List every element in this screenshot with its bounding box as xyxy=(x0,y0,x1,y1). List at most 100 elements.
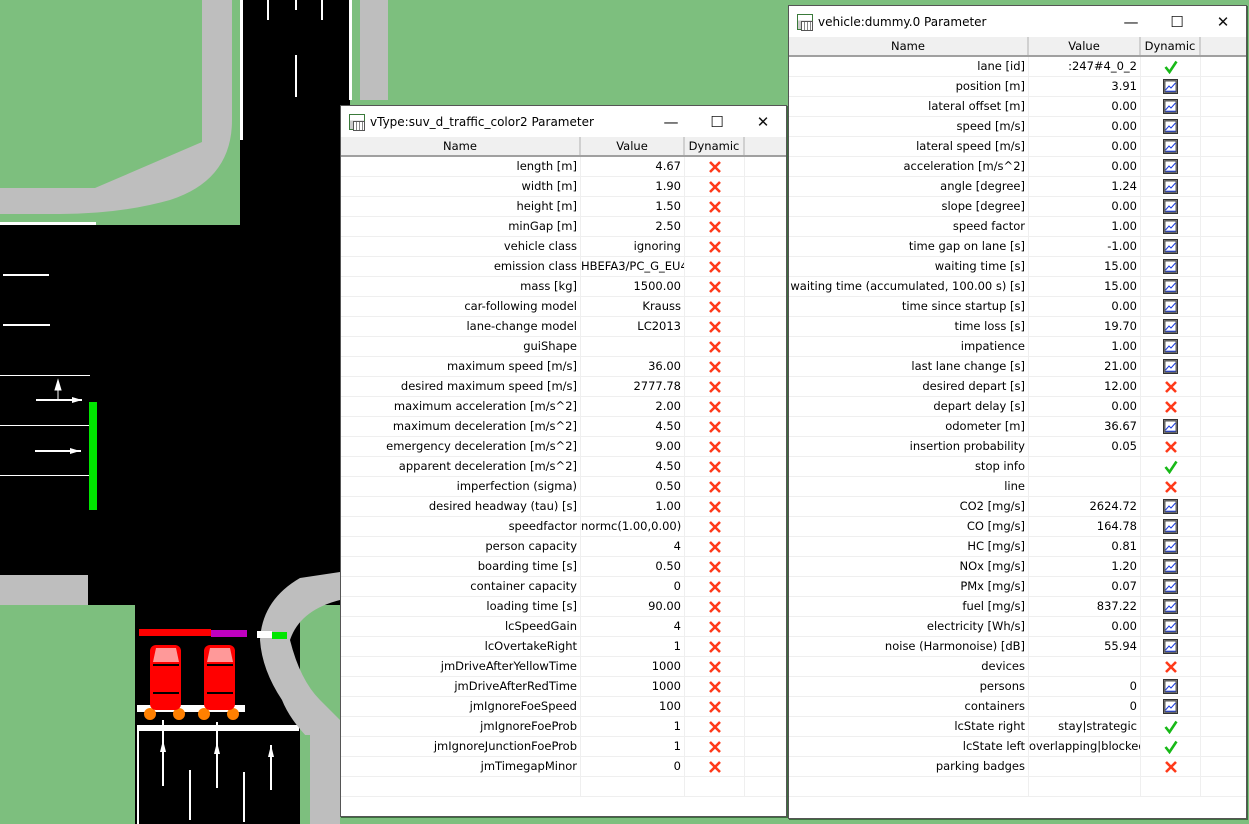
table-row[interactable]: time gap on lane [s] -1.00 xyxy=(789,237,1246,257)
table-row[interactable]: CO2 [mg/s] 2624.72 xyxy=(789,497,1246,517)
table-row[interactable]: minGap [m] 2.50 xyxy=(341,217,786,237)
table-row[interactable]: maximum speed [m/s] 36.00 xyxy=(341,357,786,377)
table-row[interactable]: devices xyxy=(789,657,1246,677)
table-row[interactable]: lane [id]:247#4_0_2 xyxy=(789,57,1246,77)
table-row[interactable]: jmDriveAfterYellowTime 1000 xyxy=(341,657,786,677)
table-row[interactable]: boarding time [s] 0.50 xyxy=(341,557,786,577)
table-row[interactable]: emergency deceleration [m/s^2] 9.00 xyxy=(341,437,786,457)
table-row[interactable] xyxy=(789,777,1246,797)
chart-icon[interactable] xyxy=(1141,497,1201,516)
table-row[interactable]: PMx [mg/s] 0.07 xyxy=(789,577,1246,597)
table-row[interactable]: lane-change model LC2013 xyxy=(341,317,786,337)
table-row[interactable]: fuel [mg/s] 837.22 xyxy=(789,597,1246,617)
chart-icon[interactable] xyxy=(1141,157,1201,176)
table-row[interactable]: impatience 1.00 xyxy=(789,337,1246,357)
table-row[interactable]: angle [degree] 1.24 xyxy=(789,177,1246,197)
table-row[interactable]: jmIgnoreFoeProb 1 xyxy=(341,717,786,737)
chart-icon[interactable] xyxy=(1141,677,1201,696)
table-row[interactable]: container capacity 0 xyxy=(341,577,786,597)
table-row[interactable]: lateral offset [m] 0.00 xyxy=(789,97,1246,117)
maximize-button[interactable]: ☐ xyxy=(1154,6,1200,37)
table-row[interactable]: apparent deceleration [m/s^2] 4.50 xyxy=(341,457,786,477)
table-row[interactable]: vehicle class ignoring xyxy=(341,237,786,257)
table-row[interactable]: lcState left overlapping|blocked xyxy=(789,737,1246,757)
table-row[interactable]: lcOvertakeRight 1 xyxy=(341,637,786,657)
chart-icon[interactable] xyxy=(1141,697,1201,716)
close-button[interactable]: ✕ xyxy=(740,106,786,137)
table-row[interactable]: height [m] 1.50 xyxy=(341,197,786,217)
table-row[interactable]: acceleration [m/s^2] 0.00 xyxy=(789,157,1246,177)
close-button[interactable]: ✕ xyxy=(1200,6,1246,37)
table-row[interactable]: jmTimegapMinor 0 xyxy=(341,757,786,777)
table-row[interactable]: guiShape xyxy=(341,337,786,357)
table-row[interactable]: lateral speed [m/s] 0.00 xyxy=(789,137,1246,157)
column-header-name[interactable]: Name xyxy=(341,137,581,155)
chart-icon[interactable] xyxy=(1141,317,1201,336)
table-row[interactable]: persons 0 xyxy=(789,677,1246,697)
table-row[interactable]: desired maximum speed [m/s] 2777.78 xyxy=(341,377,786,397)
table-row[interactable] xyxy=(341,777,786,797)
chart-icon[interactable] xyxy=(1141,297,1201,316)
table-row[interactable]: containers 0 xyxy=(789,697,1246,717)
table-row[interactable]: car-following model Krauss xyxy=(341,297,786,317)
maximize-button[interactable]: ☐ xyxy=(694,106,740,137)
table-row[interactable]: loading time [s] 90.00 xyxy=(341,597,786,617)
table-row[interactable]: waiting time [s] 15.00 xyxy=(789,257,1246,277)
table-row[interactable]: line xyxy=(789,477,1246,497)
table-row[interactable]: position [m] 3.91 xyxy=(789,77,1246,97)
table-row[interactable]: time since startup [s] 0.00 xyxy=(789,297,1246,317)
title-bar[interactable]: vehicle:dummy.0 Parameter — ☐ ✕ xyxy=(789,6,1246,37)
table-row[interactable]: imperfection (sigma) 0.50 xyxy=(341,477,786,497)
chart-icon[interactable] xyxy=(1141,617,1201,636)
table-row[interactable]: emission class HBEFA3/PC_G_EU4 xyxy=(341,257,786,277)
chart-icon[interactable] xyxy=(1141,97,1201,116)
table-row[interactable]: jmDriveAfterRedTime 1000 xyxy=(341,677,786,697)
table-row[interactable]: maximum deceleration [m/s^2] 4.50 xyxy=(341,417,786,437)
chart-icon[interactable] xyxy=(1141,337,1201,356)
table-row[interactable]: depart delay [s] 0.00 xyxy=(789,397,1246,417)
chart-icon[interactable] xyxy=(1141,197,1201,216)
table-row[interactable]: jmIgnoreFoeSpeed 100 xyxy=(341,697,786,717)
chart-icon[interactable] xyxy=(1141,77,1201,96)
chart-icon[interactable] xyxy=(1141,217,1201,236)
table-row[interactable]: maximum acceleration [m/s^2] 2.00 xyxy=(341,397,786,417)
table-row[interactable]: length [m] 4.67 xyxy=(341,157,786,177)
chart-icon[interactable] xyxy=(1141,237,1201,256)
table-row[interactable]: last lane change [s] 21.00 xyxy=(789,357,1246,377)
column-header-dynamic[interactable]: Dynamic xyxy=(1141,37,1201,55)
table-row[interactable]: speedfactor normc(1.00,0.00) xyxy=(341,517,786,537)
table-row[interactable]: NOx [mg/s] 1.20 xyxy=(789,557,1246,577)
minimize-button[interactable]: — xyxy=(1108,6,1154,37)
table-row[interactable]: jmIgnoreJunctionFoeProb 1 xyxy=(341,737,786,757)
table-row[interactable]: desired headway (tau) [s] 1.00 xyxy=(341,497,786,517)
column-header-value[interactable]: Value xyxy=(1029,37,1141,55)
title-bar[interactable]: vType:suv_d_traffic_color2 Parameter — ☐… xyxy=(341,106,786,137)
table-row[interactable]: speed factor 1.00 xyxy=(789,217,1246,237)
chart-icon[interactable] xyxy=(1141,257,1201,276)
chart-icon[interactable] xyxy=(1141,637,1201,656)
table-row[interactable]: stop info xyxy=(789,457,1246,477)
chart-icon[interactable] xyxy=(1141,417,1201,436)
table-row[interactable]: mass [kg] 1500.00 xyxy=(341,277,786,297)
table-row[interactable]: speed [m/s] 0.00 xyxy=(789,117,1246,137)
table-row[interactable]: width [m] 1.90 xyxy=(341,177,786,197)
table-row[interactable]: insertion probability 0.05 xyxy=(789,437,1246,457)
minimize-button[interactable]: — xyxy=(648,106,694,137)
table-row[interactable]: HC [mg/s] 0.81 xyxy=(789,537,1246,557)
chart-icon[interactable] xyxy=(1141,557,1201,576)
chart-icon[interactable] xyxy=(1141,357,1201,376)
table-row[interactable]: time loss [s] 19.70 xyxy=(789,317,1246,337)
chart-icon[interactable] xyxy=(1141,277,1201,296)
table-row[interactable]: person capacity 4 xyxy=(341,537,786,557)
chart-icon[interactable] xyxy=(1141,597,1201,616)
table-row[interactable]: lcState right stay|strategic xyxy=(789,717,1246,737)
chart-icon[interactable] xyxy=(1141,117,1201,136)
table-row[interactable]: desired depart [s] 12.00 xyxy=(789,377,1246,397)
table-row[interactable]: parking badges xyxy=(789,757,1246,777)
column-header-dynamic[interactable]: Dynamic xyxy=(685,137,745,155)
table-row[interactable]: CO [mg/s] 164.78 xyxy=(789,517,1246,537)
table-row[interactable]: slope [degree] 0.00 xyxy=(789,197,1246,217)
chart-icon[interactable] xyxy=(1141,137,1201,156)
chart-icon[interactable] xyxy=(1141,517,1201,536)
column-header-name[interactable]: Name xyxy=(789,37,1029,55)
